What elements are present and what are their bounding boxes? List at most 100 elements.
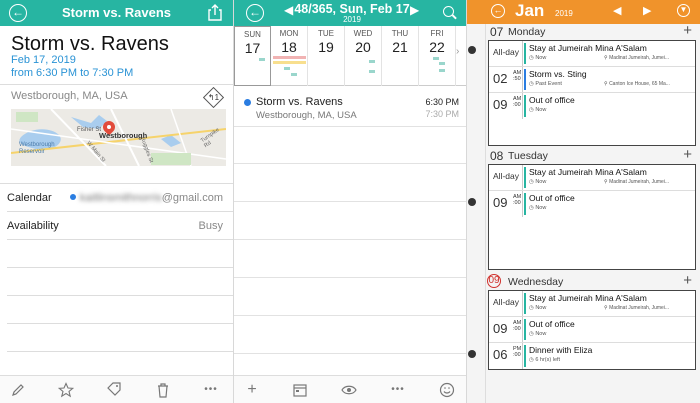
event-location[interactable]: Westborough, MA, USA <box>11 90 128 102</box>
event-time-cell: All-day <box>491 41 523 66</box>
month-header: ← Jan 2019 ◀ ▶ ▼ <box>467 0 700 24</box>
event-row[interactable]: All-day Stay at Jumeirah Mina A'Salam ◷ … <box>489 291 695 317</box>
directions-icon[interactable]: ↰1 <box>202 86 225 109</box>
back-icon[interactable]: ← <box>9 4 27 22</box>
day-name: THU <box>391 29 409 38</box>
strip-next-icon[interactable]: › <box>456 46 459 57</box>
section-header: 08 Tuesday + <box>486 146 700 164</box>
day-name: MON <box>279 29 299 38</box>
event-status: ◷ Now <box>529 107 547 113</box>
day-name: FRI <box>430 29 444 38</box>
back-icon[interactable]: ← <box>246 4 264 22</box>
week-panel: ← ◀ 48/365, Sun, Feb 17 2019 ▶ SUN 17 MO… <box>234 0 467 403</box>
week-title: 48/365, Sun, Feb 17 <box>294 2 410 16</box>
agenda-item[interactable]: Storm vs. Ravens Westborough, MA, USA 6:… <box>234 94 466 124</box>
event-color-bar <box>524 293 526 314</box>
directions-glyph: ↰1 <box>207 93 220 102</box>
back-icon[interactable]: ← <box>491 4 505 18</box>
location-map[interactable]: Fisher St Westborough Reservoir Westboro… <box>11 109 226 166</box>
day-date: 19 <box>318 39 334 55</box>
add-event-icon[interactable]: + <box>683 22 692 39</box>
section-day-num: 07 <box>490 25 504 39</box>
eye-icon[interactable] <box>341 382 357 398</box>
week-year: 2019 <box>343 15 361 24</box>
event-row[interactable]: 06 PM :00 Dinner with Eliza ◷ 6 hr(s) le… <box>489 343 695 369</box>
event-status: ◷ Now <box>529 55 547 61</box>
day-list-panel: ← Jan 2019 ◀ ▶ ▼ 07 Monday + All-day Sta… <box>467 0 700 403</box>
day-cell-sun[interactable]: SUN 17 <box>234 26 271 86</box>
prev-month-icon[interactable]: ◀ <box>613 4 621 17</box>
event-status: ◷ Past Event <box>529 81 562 87</box>
divider <box>234 239 466 240</box>
day-name: TUE <box>318 29 334 38</box>
event-color-bar <box>524 167 526 188</box>
calendar-value[interactable]: kaitlinsmithnorris@gmail.com <box>69 192 223 204</box>
add-event-icon[interactable]: + <box>683 272 692 289</box>
event-status-text: Now <box>535 107 547 113</box>
event-marker <box>369 60 375 63</box>
day-date: 21 <box>392 39 408 55</box>
calendar-label: Calendar <box>7 192 52 204</box>
event-hour: 09 <box>493 97 508 112</box>
event-time-cell: All-day <box>491 165 523 190</box>
divider <box>7 295 233 296</box>
dropdown-icon[interactable]: ▼ <box>677 4 690 17</box>
divider <box>7 211 233 212</box>
event-marker <box>273 56 306 59</box>
event-location-text: Madinat Jumeirah, Jumei... <box>609 179 670 185</box>
scroll-rail[interactable] <box>467 24 486 403</box>
next-week-icon[interactable]: ▶ <box>410 3 419 17</box>
event-row[interactable]: 09 AM :00 Out of office ◷ Now <box>489 317 695 343</box>
share-icon[interactable] <box>208 4 222 21</box>
event-color-bar <box>524 345 526 367</box>
day-date: 17 <box>244 40 261 56</box>
event-row[interactable]: All-day Stay at Jumeirah Mina A'Salam ◷ … <box>489 165 695 191</box>
day-cell-fri[interactable]: FRI 22 <box>419 26 456 86</box>
day-cell-wed[interactable]: WED 20 <box>345 26 382 86</box>
event-title: Dinner with Eliza <box>529 345 593 355</box>
more-icon[interactable]: ••• <box>203 382 219 398</box>
event-title: Out of office <box>529 319 575 329</box>
event-time: All-day <box>493 297 519 307</box>
day-cell-thu[interactable]: THU 21 <box>382 26 419 86</box>
divider <box>234 277 466 278</box>
star-icon[interactable] <box>58 382 74 398</box>
day-section-08: 08 Tuesday + All-day Stay at Jumeirah Mi… <box>486 146 700 272</box>
pencil-icon[interactable] <box>10 382 26 398</box>
availability-label: Availability <box>7 220 59 232</box>
event-row[interactable]: 02 AM :50 Storm vs. Sting ◷ Past Event ⚲… <box>489 67 695 93</box>
calendar-color-dot <box>244 99 251 106</box>
smiley-icon[interactable] <box>439 382 455 398</box>
divider <box>0 183 233 184</box>
week-toolbar: + ••• <box>234 375 466 403</box>
calendar-icon[interactable] <box>292 382 308 398</box>
day-cell-tue[interactable]: TUE 19 <box>308 26 345 86</box>
event-time[interactable]: from 6:30 PM to 7:30 PM <box>11 67 133 79</box>
detail-toolbar: ••• <box>0 375 233 403</box>
tag-icon[interactable] <box>106 382 122 398</box>
trash-icon[interactable] <box>155 382 171 398</box>
divider <box>234 126 466 127</box>
event-row[interactable]: 09 AM :00 Out of office ◷ Now <box>489 191 695 217</box>
event-row[interactable]: 09 AM :00 Out of office ◷ Now <box>489 93 695 119</box>
day-section-07: 07 Monday + All-day Stay at Jumeirah Min… <box>486 22 700 148</box>
event-hour: 09 <box>493 321 508 336</box>
event-date[interactable]: Feb 17, 2019 <box>11 54 76 66</box>
rail-marker <box>468 198 476 206</box>
event-title: Stay at Jumeirah Mina A'Salam <box>529 293 647 303</box>
event-time: All-day <box>493 171 519 181</box>
week-strip: SUN 17 MON 18 TUE 19 WED 20 THU 21 FRI 2… <box>234 26 466 86</box>
availability-value[interactable]: Busy <box>199 220 223 232</box>
day-cell-mon[interactable]: MON 18 <box>271 26 308 86</box>
next-month-icon[interactable]: ▶ <box>643 4 651 17</box>
events-card: All-day Stay at Jumeirah Mina A'Salam ◷ … <box>488 164 696 270</box>
plus-icon[interactable]: + <box>244 382 260 398</box>
event-status-text: Now <box>535 55 547 61</box>
add-event-icon[interactable]: + <box>683 146 692 163</box>
event-location-text: Madinat Jumeirah, Jumei... <box>609 305 670 311</box>
event-time-cell: 02 AM :50 <box>491 67 523 92</box>
event-detail-panel: ← Storm vs. Ravens Storm vs. Ravens Feb … <box>0 0 234 403</box>
more-icon[interactable]: ••• <box>390 382 406 398</box>
map-street-label: Fisher St <box>77 127 102 133</box>
event-row[interactable]: All-day Stay at Jumeirah Mina A'Salam ◷ … <box>489 41 695 67</box>
